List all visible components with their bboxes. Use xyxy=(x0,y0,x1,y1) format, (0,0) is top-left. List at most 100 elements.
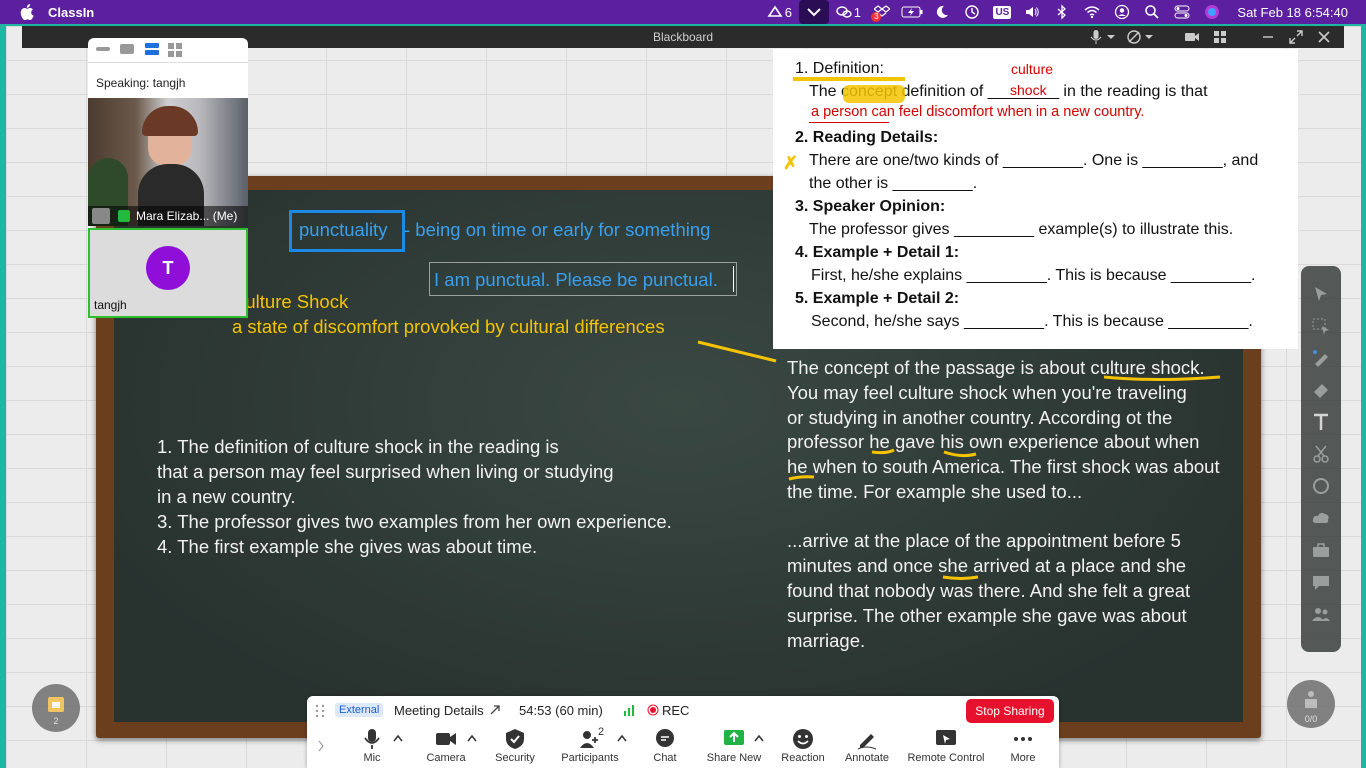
note-line: surprise. The other example she gave was… xyxy=(787,605,1187,626)
apple-icon[interactable] xyxy=(20,4,34,20)
pen-tool-icon[interactable] xyxy=(1311,348,1331,368)
active-app-icon[interactable] xyxy=(799,0,830,24)
host-video-tile[interactable]: Mara Elizab... (Me) xyxy=(88,98,248,226)
text-tool-icon[interactable] xyxy=(1311,412,1331,432)
note-line: 1. The definition of culture shock in th… xyxy=(157,436,559,457)
reaction-button[interactable]: Reaction xyxy=(767,728,839,764)
speaker-view-icon[interactable] xyxy=(120,44,134,54)
pointer-tool-icon[interactable] xyxy=(1311,284,1331,304)
note-line: The concept of the passage is about cult… xyxy=(787,357,1205,378)
chevron-up-icon[interactable] xyxy=(393,734,403,742)
participants-button[interactable]: Participants xyxy=(554,728,626,764)
strip-view-icon[interactable] xyxy=(145,43,159,55)
minimize-icon[interactable] xyxy=(1260,29,1276,45)
scissors-icon[interactable] xyxy=(1311,444,1331,464)
eraser-tool-icon[interactable] xyxy=(1311,380,1331,400)
security-button[interactable]: Security xyxy=(479,728,551,764)
menu-clock[interactable]: Sat Feb 18 6:54:40 xyxy=(1237,5,1348,20)
note-line: found that nobody was there. And she fel… xyxy=(787,580,1191,601)
vocab-definition[interactable]: - being on time or early for something xyxy=(404,217,710,242)
users-icon[interactable] xyxy=(1311,604,1331,624)
participants-count: 2 xyxy=(598,726,605,738)
smiley-icon xyxy=(793,729,813,749)
signal-bars-icon[interactable] xyxy=(623,704,635,716)
pencil-icon xyxy=(857,734,877,750)
chevron-down-icon[interactable] xyxy=(1144,29,1154,45)
chevron-down-icon[interactable] xyxy=(1106,29,1116,45)
handwritten-answer: a person can feel discomfort when in a n… xyxy=(811,104,1145,120)
layout-grid-icon[interactable] xyxy=(1212,29,1228,45)
restore-icon[interactable] xyxy=(1288,29,1304,45)
screen: ClassIn 6 1 3 US Sat Feb 18 6:54:40 Blac… xyxy=(0,0,1366,768)
more-button[interactable]: More xyxy=(987,728,1059,764)
worksheet-line: There are one/two kinds of _________. On… xyxy=(809,152,1259,169)
chat-icon[interactable] xyxy=(1311,572,1331,592)
timer-icon[interactable] xyxy=(1311,476,1331,496)
speaker-muted-icon[interactable] xyxy=(1126,29,1142,45)
app-name[interactable]: ClassIn xyxy=(48,5,94,20)
moon-icon[interactable] xyxy=(927,0,957,24)
section-heading: 1. Definition: xyxy=(795,60,884,77)
chat-button[interactable]: Chat xyxy=(629,728,701,764)
avatar-icon xyxy=(92,208,110,224)
microphone-icon[interactable] xyxy=(1088,29,1104,45)
volume-icon[interactable] xyxy=(1017,0,1047,24)
annotate-button[interactable]: Annotate xyxy=(831,728,903,764)
select-tool-icon[interactable] xyxy=(1311,316,1331,336)
zoom-video-panel[interactable]: Speaking: tangjh Mara Elizab... (Me) T t… xyxy=(88,38,248,318)
worksheet-line: the other is _________. xyxy=(809,175,978,192)
dropbox-icon[interactable]: 3 xyxy=(867,0,897,24)
chevron-right-icon[interactable] xyxy=(317,740,325,752)
drag-handle-icon[interactable] xyxy=(315,704,325,718)
hand-raise-button[interactable]: 0/0 xyxy=(1287,680,1335,728)
chevron-up-icon[interactable] xyxy=(754,734,764,742)
toolbox-icon[interactable] xyxy=(1311,540,1331,560)
highlight-strike xyxy=(843,85,905,103)
note-line: You may feel culture shock when you're t… xyxy=(787,382,1187,403)
note-line: professor he gave his own experience abo… xyxy=(787,431,1200,452)
stop-sharing-button[interactable]: Stop Sharing xyxy=(966,699,1054,723)
chevron-up-icon[interactable] xyxy=(617,734,627,742)
courseware-button[interactable]: 2 xyxy=(32,684,80,732)
term-definition[interactable]: a state of discomfort provoked by cultur… xyxy=(232,314,665,339)
rec-label[interactable]: REC xyxy=(662,703,689,718)
example-sentence[interactable]: I am punctual. Please be punctual. xyxy=(434,267,718,292)
share-screen-icon xyxy=(724,730,744,745)
text-cursor xyxy=(733,266,734,292)
participant-avatar: T xyxy=(146,246,190,290)
worksheet-panel[interactable]: 1. Definition: The concept definition of… xyxy=(773,49,1298,349)
share-status-icon xyxy=(118,210,130,222)
note-line: ...arrive at the place of the appointmen… xyxy=(787,530,1181,551)
menu-bar: ClassIn 6 1 3 US Sat Feb 18 6:54:40 xyxy=(0,0,1366,24)
wechat-icon[interactable]: 1 xyxy=(829,0,867,24)
host-name: Mara Elizab... (Me) xyxy=(136,209,238,223)
keyboard-layout-icon[interactable]: US xyxy=(987,0,1017,24)
time-machine-icon[interactable] xyxy=(957,0,987,24)
camera-icon[interactable] xyxy=(1184,29,1200,45)
external-link-icon[interactable] xyxy=(489,704,501,716)
onedrive-icon[interactable]: 6 xyxy=(759,0,799,24)
minimize-video-icon[interactable] xyxy=(96,47,110,51)
note-line: marriage. xyxy=(787,630,866,651)
user-account-icon[interactable] xyxy=(1107,0,1137,24)
search-icon[interactable] xyxy=(1137,0,1167,24)
answer-underline xyxy=(809,122,889,123)
chat-bubble-icon xyxy=(656,729,674,747)
remote-control-button[interactable]: Remote Control xyxy=(901,728,991,764)
battery-charging-icon[interactable] xyxy=(897,0,927,24)
chevron-up-icon[interactable] xyxy=(467,734,477,742)
control-center-icon[interactable] xyxy=(1167,0,1197,24)
cloud-icon[interactable] xyxy=(1311,508,1331,528)
term-title[interactable]: Culture Shock xyxy=(232,289,348,314)
close-icon[interactable] xyxy=(1316,29,1332,45)
participant-tile[interactable]: T tangjh xyxy=(88,228,248,318)
remote-control-icon xyxy=(936,730,956,745)
meeting-details-link[interactable]: Meeting Details xyxy=(394,703,484,718)
video-panel-header: Speaking: tangjh xyxy=(88,38,248,98)
note-line: in a new country. xyxy=(157,486,296,507)
bluetooth-icon[interactable] xyxy=(1047,0,1077,24)
gallery-view-icon[interactable] xyxy=(168,43,182,57)
vocab-word[interactable]: punctuality xyxy=(299,217,387,242)
wifi-icon[interactable] xyxy=(1077,0,1107,24)
siri-icon[interactable] xyxy=(1197,0,1227,24)
